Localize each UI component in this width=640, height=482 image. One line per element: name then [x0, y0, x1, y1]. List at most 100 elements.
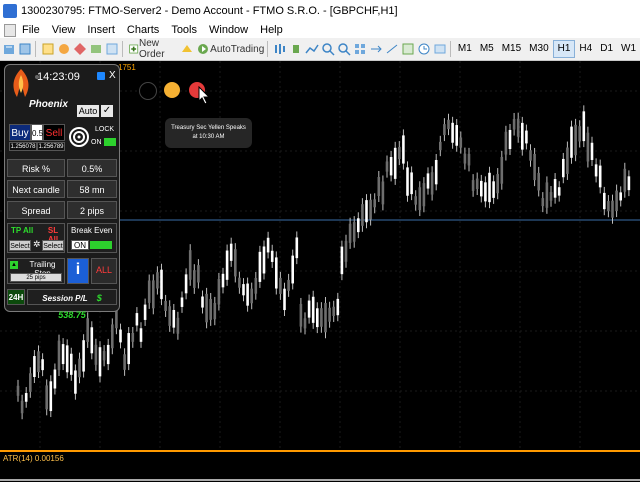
tile-windows-icon[interactable] [353, 40, 367, 58]
timeframe-w1[interactable]: W1 [617, 41, 640, 57]
lot-input[interactable]: 0.5 [31, 124, 43, 141]
clock-time: 14:23:09 [37, 71, 80, 83]
bar-chart-button[interactable] [273, 40, 287, 58]
candle-body [229, 243, 233, 261]
timeframe-m1[interactable]: M1 [454, 41, 476, 57]
zoom-out-icon[interactable] [337, 40, 351, 58]
zoom-in-icon[interactable] [321, 40, 335, 58]
close-all-button[interactable]: ALL [91, 258, 117, 284]
autotrading-button[interactable]: AutoTrading [196, 40, 264, 58]
trailing-stop-input[interactable]: 25 pips [10, 273, 62, 282]
candle-body [78, 358, 81, 378]
candle-body [111, 324, 114, 349]
timeframe-m30[interactable]: M30 [525, 41, 552, 57]
candle-body [430, 172, 434, 195]
scrollbar[interactable] [0, 479, 640, 481]
terminal-button[interactable] [89, 40, 103, 58]
minimize-icon[interactable] [97, 72, 105, 80]
menu-file[interactable]: File [16, 24, 46, 36]
candle-body [447, 119, 450, 130]
indicators-icon[interactable] [401, 40, 415, 58]
candle-body [270, 250, 274, 262]
trailing-up-icon[interactable]: ▲ [10, 261, 18, 269]
auto-checkbox[interactable]: ✓ [101, 105, 113, 117]
candle-body [623, 168, 627, 192]
timeframe-m5[interactable]: M5 [476, 41, 498, 57]
profiles-button[interactable] [18, 40, 32, 58]
candle-body [299, 303, 303, 327]
break-even-on-button[interactable]: ON [71, 240, 89, 250]
candle-body [496, 174, 499, 194]
lock-on-label: ON [91, 138, 102, 146]
timeframe-h1[interactable]: H1 [552, 40, 576, 58]
atr-indicator-window[interactable]: ATR(14) 0.00156 [0, 450, 640, 482]
sl-select-button[interactable]: Select [42, 240, 64, 251]
trailing-stop-group: ▲ Trailing Stop 25 pips [7, 258, 65, 284]
risk-value[interactable]: 0.5% [67, 159, 117, 177]
menu-window[interactable]: Window [203, 24, 254, 36]
autoscroll-icon[interactable] [385, 40, 399, 58]
templates-icon[interactable] [433, 40, 447, 58]
price-scale-label: 1751 [118, 63, 136, 72]
news-time: at 10:30 AM [192, 134, 225, 140]
news-medium-impact-icon[interactable] [164, 82, 180, 98]
24h-button[interactable]: 24H [7, 289, 25, 305]
candlestick-button[interactable] [289, 40, 303, 58]
candle-body [488, 172, 491, 203]
line-chart-button[interactable] [305, 40, 319, 58]
data-window-button[interactable] [57, 40, 71, 58]
candle-body [590, 142, 594, 160]
candle-body [348, 223, 352, 243]
toolbar-separator [450, 41, 451, 57]
new-chart-button[interactable] [2, 40, 16, 58]
tp-select-button[interactable]: Select [9, 240, 31, 251]
candle-body [582, 111, 586, 142]
menu-charts[interactable]: Charts [121, 24, 165, 36]
sell-button[interactable]: Sell [43, 124, 65, 141]
candle-body [160, 269, 163, 300]
new-order-button[interactable]: New Order [128, 38, 179, 60]
navigator-button[interactable] [73, 40, 87, 58]
menu-help[interactable]: Help [254, 24, 289, 36]
candle-body [307, 300, 311, 318]
candle-body [201, 296, 204, 308]
candle-body [102, 351, 106, 361]
candle-body [16, 385, 20, 396]
candle-body [406, 167, 409, 196]
periods-icon[interactable] [417, 40, 431, 58]
app-icon [3, 4, 17, 18]
candle-body [541, 198, 545, 207]
candle-body [266, 237, 270, 253]
candle-body [184, 274, 188, 294]
timeframe-h4[interactable]: H4 [575, 41, 596, 57]
expert-icon[interactable] [180, 40, 194, 58]
menu-view[interactable]: View [46, 24, 82, 36]
menu-insert[interactable]: Insert [81, 24, 121, 36]
timeframe-d1[interactable]: D1 [596, 41, 617, 57]
chart-shift-icon[interactable] [369, 40, 383, 58]
info-button[interactable]: i [67, 258, 89, 284]
candle-body [176, 317, 180, 334]
risk-label: Risk % [7, 159, 65, 177]
tp-all-label[interactable]: TP All [11, 226, 33, 235]
buy-price: 1.256078 [9, 142, 37, 151]
candle-body [291, 255, 294, 284]
buy-button[interactable]: Buy [9, 124, 31, 141]
candle-body [197, 265, 200, 283]
menu-tools[interactable]: Tools [165, 24, 203, 36]
candle-body [607, 201, 610, 212]
candle-body [467, 153, 471, 166]
candle-body [504, 131, 508, 155]
candle-body [451, 122, 454, 143]
tp-sl-group: TP All SL All Select ✲ Select [7, 223, 65, 253]
auto-button[interactable]: Auto [77, 105, 99, 117]
market-watch-button[interactable] [41, 40, 55, 58]
candle-body [143, 304, 147, 320]
news-low-impact-icon[interactable] [139, 82, 157, 100]
lock-target-icon[interactable] [69, 127, 89, 147]
close-icon[interactable]: X [109, 70, 116, 81]
settings-star-icon[interactable]: ✲ [33, 239, 41, 250]
strategy-tester-button[interactable] [105, 40, 119, 58]
timeframe-m15[interactable]: M15 [498, 41, 525, 57]
lock-on-toggle[interactable]: ON [91, 138, 116, 146]
